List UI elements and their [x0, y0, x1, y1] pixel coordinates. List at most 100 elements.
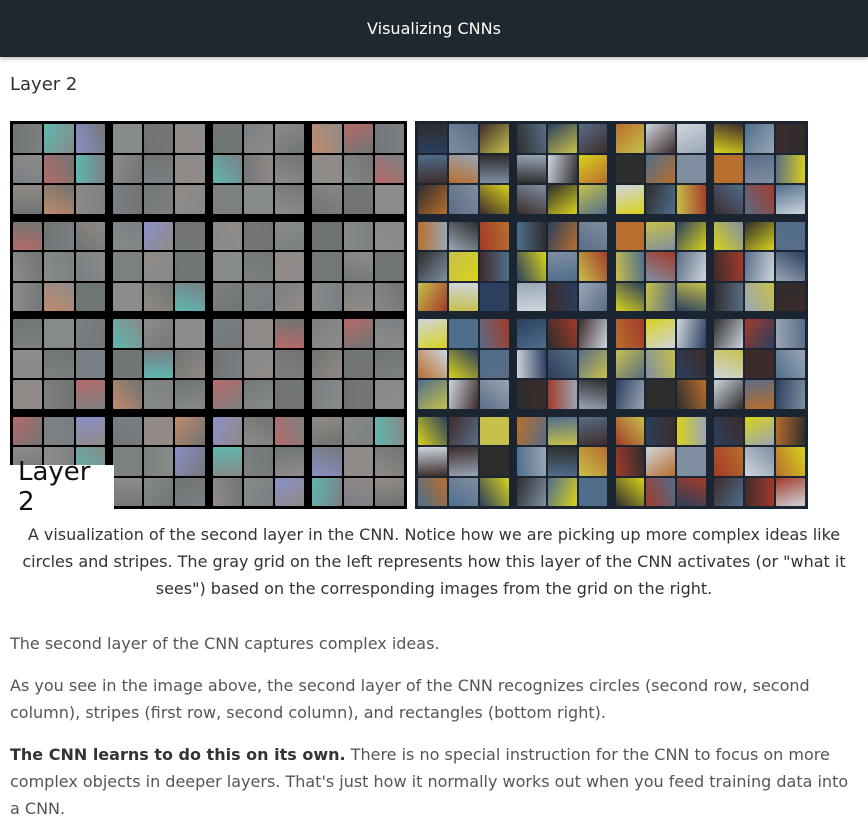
image-tile [418, 282, 447, 311]
image-tile [479, 252, 509, 281]
paragraph-image-above: As you see in the image above, the secon… [10, 676, 810, 722]
image-tile [312, 477, 342, 506]
image-tile [745, 477, 775, 506]
image-tile [448, 252, 478, 281]
image-tile [112, 185, 142, 214]
image-tile [312, 447, 342, 476]
image-tile [578, 380, 608, 409]
image-tile [448, 349, 478, 378]
image-tile [374, 282, 404, 311]
image-tile [418, 221, 447, 250]
page-title: Visualizing CNNs [367, 19, 501, 38]
image-tile [677, 477, 707, 506]
image-tile [448, 154, 478, 183]
image-tile [646, 416, 676, 445]
image-tile [312, 416, 342, 445]
image-tile [448, 319, 478, 348]
image-tile-block [714, 319, 805, 409]
image-tile [374, 319, 404, 348]
image-tile-block [714, 124, 805, 214]
image-tile [578, 252, 608, 281]
image-tile-block [516, 124, 608, 214]
image-tile [776, 477, 805, 506]
image-tile [212, 185, 242, 214]
image-tile [578, 124, 608, 153]
image-tile [275, 221, 305, 250]
image-tile [343, 185, 373, 214]
image-tile [516, 319, 546, 348]
image-tile [44, 154, 74, 183]
image-tile-block [212, 221, 305, 311]
image-tile [418, 319, 447, 348]
image-tile-block [516, 221, 608, 311]
image-tile [175, 349, 205, 378]
image-tile [212, 252, 242, 281]
image-tile [578, 319, 608, 348]
image-tile [646, 124, 676, 153]
image-tile [13, 282, 43, 311]
image-tile [13, 416, 43, 445]
image-tile [745, 319, 775, 348]
image-tile [479, 154, 509, 183]
image-tile [312, 319, 342, 348]
image-tile [677, 447, 707, 476]
image-tile [479, 319, 509, 348]
image-tile-block [112, 124, 205, 214]
image-tile [343, 416, 373, 445]
image-tile [776, 349, 805, 378]
image-tile [175, 477, 205, 506]
image-tile [547, 185, 577, 214]
image-tile [714, 154, 744, 183]
image-tile-block [312, 124, 404, 214]
image-tile [144, 380, 174, 409]
image-tile [112, 416, 142, 445]
image-tile-block [112, 416, 205, 506]
image-tile [677, 185, 707, 214]
image-tile [418, 185, 447, 214]
image-tile [418, 252, 447, 281]
image-tile-block [615, 416, 707, 506]
image-tile [144, 416, 174, 445]
image-tile [275, 477, 305, 506]
image-tile [44, 416, 74, 445]
image-tile [547, 319, 577, 348]
image-tile-block [615, 319, 707, 409]
image-tile [144, 349, 174, 378]
image-tile [243, 282, 273, 311]
image-tile [418, 349, 447, 378]
image-tile [343, 282, 373, 311]
image-tile [374, 185, 404, 214]
image-tile [75, 282, 105, 311]
image-tile [312, 221, 342, 250]
image-tile [646, 185, 676, 214]
image-tile [343, 447, 373, 476]
image-tile [343, 380, 373, 409]
image-tile [448, 416, 478, 445]
image-tile [547, 252, 577, 281]
image-tile [745, 416, 775, 445]
image-tile [578, 477, 608, 506]
image-tile [374, 154, 404, 183]
image-tile [578, 349, 608, 378]
image-tile [646, 252, 676, 281]
image-tile [615, 349, 645, 378]
image-tile [275, 185, 305, 214]
image-tile [615, 380, 645, 409]
paragraph-complex-ideas: The second layer of the CNN captures com… [10, 634, 440, 653]
image-tile [275, 154, 305, 183]
top-bar: Visualizing CNNs [0, 0, 868, 57]
image-tile [615, 319, 645, 348]
image-tile [776, 252, 805, 281]
image-tile [343, 477, 373, 506]
image-tile [275, 319, 305, 348]
image-tile [275, 252, 305, 281]
image-tile [374, 477, 404, 506]
image-tile [547, 154, 577, 183]
image-tile [343, 349, 373, 378]
image-tile [776, 124, 805, 153]
image-tile [312, 154, 342, 183]
image-tile [516, 447, 546, 476]
image-tile [418, 416, 447, 445]
image-tile [714, 252, 744, 281]
image-tile-block [516, 319, 608, 409]
